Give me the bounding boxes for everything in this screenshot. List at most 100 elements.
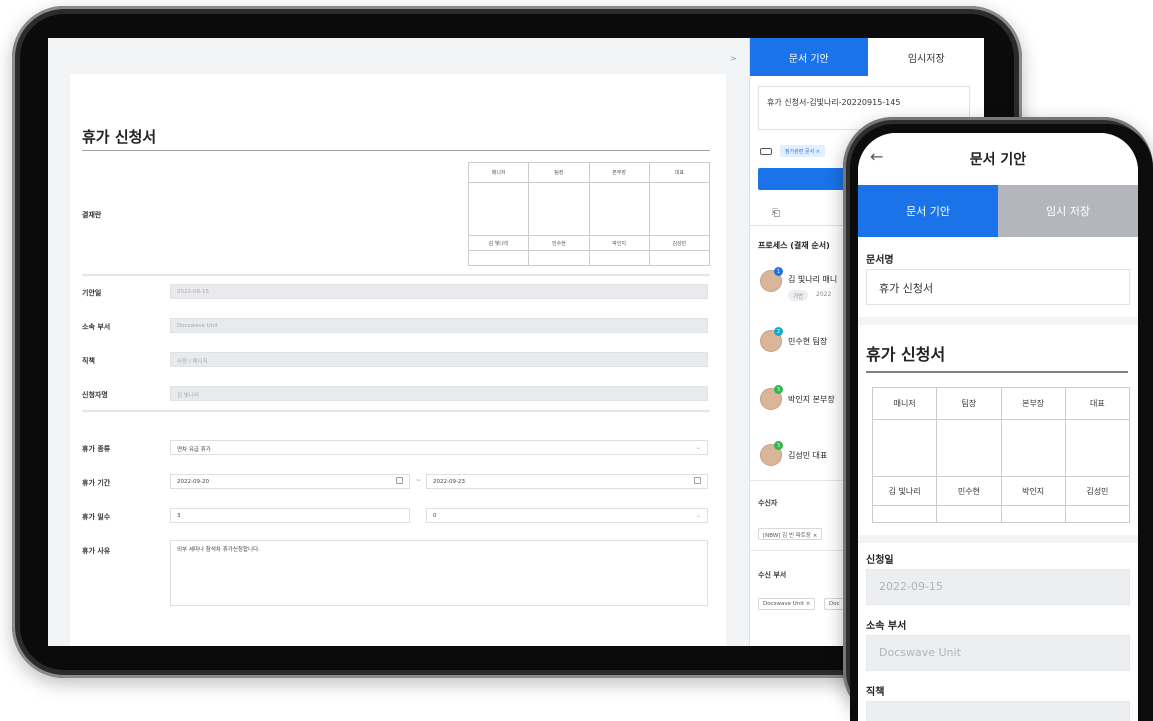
approval-role: 팀장 bbox=[937, 388, 1002, 419]
phone-tabs: 문서 기안 임시 저장 bbox=[858, 185, 1138, 237]
approval-role: 팀장 bbox=[529, 163, 590, 182]
leave-start-value: 2022-09-20 bbox=[177, 479, 209, 485]
position-field bbox=[866, 701, 1130, 721]
title-divider bbox=[82, 150, 710, 151]
receiver-label: 수신자 bbox=[758, 499, 778, 507]
empty-cell bbox=[937, 506, 1002, 523]
approval-table: 매니저 팀장 본부장 대표 김 빛나리 민수현 박인지 김성민 bbox=[468, 162, 710, 266]
approver-name: 민수현 팀장 bbox=[788, 337, 828, 346]
tab-submit-document[interactable]: 문서 기안 bbox=[858, 185, 998, 237]
approval-signature-row bbox=[873, 420, 1129, 476]
step-badge: 3 bbox=[774, 441, 783, 450]
leave-half-day-value: 0 bbox=[433, 513, 437, 519]
approver-name: 박인지 본부장 bbox=[788, 395, 835, 404]
tab-save-draft[interactable]: 임시저장 bbox=[867, 38, 984, 76]
chevron-down-icon: ⌄ bbox=[695, 512, 701, 519]
approver-name: 민수현 bbox=[529, 236, 590, 250]
chevron-down-icon: ⌄ bbox=[695, 444, 701, 451]
approval-role: 대표 bbox=[1090, 399, 1105, 408]
field-label-date: 기안일 bbox=[82, 289, 102, 297]
process-title: 프로세스 (결재 순서) bbox=[758, 241, 830, 250]
receiver-dept-chip[interactable]: Doc bbox=[824, 598, 845, 610]
approver-name: 김성민 대표 bbox=[788, 451, 828, 460]
title-divider bbox=[866, 371, 1128, 373]
signature-cell bbox=[469, 183, 530, 235]
position-label: 직책 bbox=[866, 687, 885, 698]
section-divider bbox=[82, 410, 710, 412]
leave-half-day-select[interactable]: 0 ⌄ bbox=[426, 508, 708, 523]
approval-roles-row: 매니저 팀장 본부장 대표 bbox=[873, 388, 1129, 420]
field-label-applicant: 신청자명 bbox=[82, 391, 108, 399]
receiver-chip[interactable]: [NBW] 김 빈 파트장 × bbox=[758, 528, 823, 540]
avatar: 1 bbox=[760, 267, 783, 292]
approval-role: 대표 bbox=[674, 170, 684, 176]
document-name-input[interactable]: 휴가 신청서 bbox=[866, 269, 1130, 305]
date-field: 2022-09-15 bbox=[170, 284, 708, 299]
position-field: 사원 / 매니저 bbox=[170, 352, 708, 367]
document-title: 휴가 신청서 bbox=[866, 345, 946, 364]
field-label-leave-days: 휴가 일수 bbox=[82, 513, 111, 521]
approver-name: 박인지 bbox=[590, 236, 650, 250]
approver-name: 김 빛나리 매니 bbox=[788, 275, 838, 284]
approval-label: 결재란 bbox=[82, 211, 102, 219]
tag-chip[interactable]: 참가관련 문서 × bbox=[780, 145, 825, 157]
receiver-dept-chip[interactable]: Docswave Unit × bbox=[758, 598, 816, 610]
signature-cell bbox=[1002, 420, 1066, 476]
applicant-field: 김 빛나리 bbox=[170, 386, 708, 401]
empty-cell bbox=[590, 251, 650, 266]
panel-tabs: 문서 기안 임시저장 bbox=[750, 38, 984, 76]
receiver-dept-label: 수신 부서 bbox=[758, 571, 787, 579]
field-label-dept: 소속 부서 bbox=[82, 323, 111, 331]
approval-signature-row bbox=[469, 183, 709, 235]
leave-days-input[interactable]: 3 bbox=[170, 508, 410, 523]
empty-cell bbox=[1002, 506, 1066, 523]
leave-request-document: 휴가 신청서 결재란 매니저 팀장 본부장 대표 김 빛나리 민수현 박인지 김… bbox=[70, 74, 726, 646]
phone-frame: ← 문서 기안 문서 기안 임시 저장 문서명 휴가 신청서 휴가 신청서 매니… bbox=[843, 117, 1153, 721]
avatar: 3 bbox=[760, 385, 783, 410]
field-label-position: 직책 bbox=[82, 357, 95, 365]
approver-name: 김 빛나리 bbox=[469, 236, 530, 250]
approval-role: 매니저 bbox=[469, 163, 530, 182]
avatar: 3 bbox=[760, 441, 783, 466]
calendar-icon[interactable] bbox=[694, 477, 701, 484]
section-divider bbox=[858, 317, 1138, 325]
empty-cell bbox=[873, 506, 938, 523]
step-badge: 3 bbox=[774, 385, 783, 394]
avatar: 2 bbox=[760, 327, 783, 352]
tag-icon bbox=[760, 148, 772, 155]
document-title: 휴가 신청서 bbox=[82, 128, 157, 146]
approval-role: 본부장 bbox=[590, 163, 650, 182]
leave-end-date-input[interactable]: 2022-09-23 bbox=[426, 474, 708, 489]
leave-type-value: 연차 유급 휴가 bbox=[177, 447, 211, 453]
signature-cell bbox=[590, 183, 650, 235]
approval-role: 매니저 bbox=[873, 388, 938, 419]
approval-names-row: 김 빛나리 민수현 박인지 김성민 bbox=[873, 476, 1129, 506]
leave-type-select[interactable]: 연차 유급 휴가 ⌄ bbox=[170, 440, 708, 455]
empty-cell bbox=[529, 251, 590, 266]
signature-cell bbox=[937, 420, 1002, 476]
empty-cell bbox=[1066, 506, 1129, 523]
signature-cell bbox=[873, 420, 938, 476]
tab-submit-document[interactable]: 문서 기안 bbox=[750, 38, 868, 76]
approver-date: 2022 bbox=[816, 291, 832, 298]
approver-name: 김성민 bbox=[672, 240, 687, 247]
date-field: 2022-09-15 bbox=[866, 569, 1130, 605]
document-icon[interactable]: ⎗ bbox=[772, 208, 780, 219]
approval-role: 본부장 bbox=[1002, 388, 1066, 419]
tab-save-draft[interactable]: 임시 저장 bbox=[998, 185, 1138, 237]
device-mockup-stage: 휴가 신청서 결재란 매니저 팀장 본부장 대표 김 빛나리 민수현 박인지 김… bbox=[0, 0, 1153, 721]
department-field: Docswave Unit bbox=[866, 635, 1130, 671]
leave-start-date-input[interactable]: 2022-09-20 bbox=[170, 474, 410, 489]
department-label: 소속 부서 bbox=[866, 621, 907, 632]
panel-toggle-chevron-icon[interactable]: > bbox=[730, 54, 737, 63]
approval-roles-row: 매니저 팀장 본부장 대표 bbox=[469, 163, 709, 183]
step-badge: 2 bbox=[774, 327, 783, 336]
section-divider bbox=[858, 535, 1138, 543]
step-badge: 1 bbox=[774, 267, 783, 276]
leave-reason-textarea[interactable]: 외부 세미나 참석차 휴가신청합니다. bbox=[170, 540, 708, 606]
approval-names-row: 김 빛나리 민수현 박인지 김성민 bbox=[469, 235, 709, 251]
phone-screen: ← 문서 기안 문서 기안 임시 저장 문서명 휴가 신청서 휴가 신청서 매니… bbox=[858, 133, 1138, 721]
calendar-icon[interactable] bbox=[396, 477, 403, 484]
phone-header: ← 문서 기안 bbox=[858, 133, 1138, 185]
signature-cell bbox=[650, 183, 709, 235]
